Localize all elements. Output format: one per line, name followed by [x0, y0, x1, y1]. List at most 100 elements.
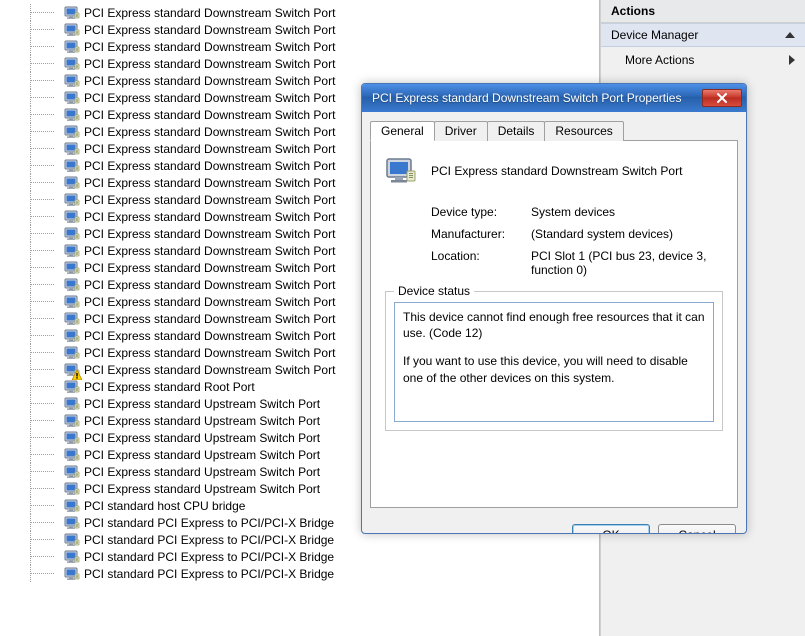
device-icon	[64, 22, 80, 38]
device-icon	[64, 396, 80, 412]
tree-item-label: PCI Express standard Upstream Switch Por…	[84, 448, 320, 462]
tree-item-label: PCI Express standard Upstream Switch Por…	[84, 414, 320, 428]
submenu-icon	[789, 55, 795, 65]
tree-item-label: PCI Express standard Downstream Switch P…	[84, 6, 335, 20]
actions-section-label: Device Manager	[611, 28, 698, 42]
tree-item-label: PCI Express standard Downstream Switch P…	[84, 176, 335, 190]
tree-item-label: PCI Express standard Downstream Switch P…	[84, 227, 335, 241]
tree-item-label: PCI standard PCI Express to PCI/PCI-X Br…	[84, 550, 334, 564]
device-icon	[385, 155, 417, 187]
manufacturer-value: (Standard system devices)	[531, 227, 723, 241]
cancel-button[interactable]: Cancel	[658, 524, 736, 534]
device-icon	[64, 39, 80, 55]
device-icon	[64, 158, 80, 174]
close-button[interactable]	[702, 89, 742, 107]
tree-item-label: PCI Express standard Downstream Switch P…	[84, 312, 335, 326]
tree-item-label: PCI Express standard Downstream Switch P…	[84, 108, 335, 122]
tree-item-label: PCI Express standard Downstream Switch P…	[84, 329, 335, 343]
tree-item[interactable]: PCI standard PCI Express to PCI/PCI-X Br…	[0, 548, 599, 565]
tree-item-label: PCI Express standard Upstream Switch Por…	[84, 431, 320, 445]
tree-item-label: PCI standard PCI Express to PCI/PCI-X Br…	[84, 516, 334, 530]
actions-section-device-manager[interactable]: Device Manager	[601, 23, 805, 47]
status-line-1: This device cannot find enough free reso…	[403, 309, 705, 341]
close-icon	[716, 93, 728, 103]
device-icon	[64, 532, 80, 548]
tree-item-label: PCI Express standard Downstream Switch P…	[84, 278, 335, 292]
dialog-titlebar[interactable]: PCI Express standard Downstream Switch P…	[362, 84, 746, 112]
device-icon	[64, 90, 80, 106]
tree-item-label: PCI Express standard Downstream Switch P…	[84, 261, 335, 275]
device-icon	[64, 566, 80, 582]
tree-item-label: PCI Express standard Downstream Switch P…	[84, 210, 335, 224]
tree-item-label: PCI Express standard Upstream Switch Por…	[84, 465, 320, 479]
device-icon	[64, 73, 80, 89]
device-status-label: Device status	[394, 284, 474, 298]
device-icon	[64, 413, 80, 429]
device-icon	[64, 447, 80, 463]
tree-item-label: PCI Express standard Downstream Switch P…	[84, 125, 335, 139]
tree-item-label: PCI Express standard Downstream Switch P…	[84, 159, 335, 173]
tab-driver[interactable]: Driver	[434, 121, 488, 141]
collapse-icon	[785, 32, 795, 38]
device-icon	[64, 379, 80, 395]
device-icon	[64, 5, 80, 21]
device-icon	[64, 56, 80, 72]
tree-item-label: PCI standard host CPU bridge	[84, 499, 245, 513]
tree-item-label: PCI Express standard Upstream Switch Por…	[84, 482, 320, 496]
device-icon	[64, 209, 80, 225]
device-icon	[64, 464, 80, 480]
device-icon	[64, 362, 80, 378]
tree-item[interactable]: PCI standard PCI Express to PCI/PCI-X Br…	[0, 565, 599, 582]
device-icon	[64, 260, 80, 276]
device-icon	[64, 107, 80, 123]
device-icon	[64, 192, 80, 208]
tree-item[interactable]: PCI Express standard Downstream Switch P…	[0, 4, 599, 21]
device-icon	[64, 226, 80, 242]
tree-item[interactable]: PCI Express standard Downstream Switch P…	[0, 55, 599, 72]
device-icon	[64, 481, 80, 497]
device-type-value: System devices	[531, 205, 723, 219]
tree-item-label: PCI Express standard Downstream Switch P…	[84, 363, 335, 377]
tree-item-label: PCI Express standard Downstream Switch P…	[84, 142, 335, 156]
device-status-textbox[interactable]: This device cannot find enough free reso…	[394, 302, 714, 422]
ok-button[interactable]: OK	[572, 524, 650, 534]
device-name: PCI Express standard Downstream Switch P…	[431, 164, 682, 178]
tree-item-label: PCI Express standard Downstream Switch P…	[84, 295, 335, 309]
device-icon	[64, 345, 80, 361]
actions-item-label: More Actions	[625, 53, 694, 67]
tree-item-label: PCI Express standard Downstream Switch P…	[84, 40, 335, 54]
tree-item-label: PCI Express standard Downstream Switch P…	[84, 57, 335, 71]
device-type-label: Device type:	[431, 205, 531, 219]
tree-item[interactable]: PCI Express standard Downstream Switch P…	[0, 38, 599, 55]
actions-item-more-actions[interactable]: More Actions	[601, 47, 805, 73]
device-icon	[64, 175, 80, 191]
actions-header: Actions	[601, 0, 805, 23]
tab-details[interactable]: Details	[487, 121, 546, 141]
tab-resources[interactable]: Resources	[544, 121, 623, 141]
properties-dialog: PCI Express standard Downstream Switch P…	[361, 83, 747, 534]
device-icon	[64, 124, 80, 140]
device-icon	[64, 549, 80, 565]
tree-item-label: PCI Express standard Downstream Switch P…	[84, 91, 335, 105]
device-icon	[64, 141, 80, 157]
tree-item-label: PCI Express standard Downstream Switch P…	[84, 74, 335, 88]
tree-item-label: PCI Express standard Downstream Switch P…	[84, 193, 335, 207]
device-icon	[64, 328, 80, 344]
tree-item[interactable]: PCI Express standard Downstream Switch P…	[0, 21, 599, 38]
dialog-title-text: PCI Express standard Downstream Switch P…	[372, 91, 702, 105]
tree-item-label: PCI Express standard Downstream Switch P…	[84, 244, 335, 258]
tree-item-label: PCI standard PCI Express to PCI/PCI-X Br…	[84, 567, 334, 581]
device-icon	[64, 294, 80, 310]
location-value: PCI Slot 1 (PCI bus 23, device 3, functi…	[531, 249, 723, 277]
device-icon	[64, 498, 80, 514]
tree-item-label: PCI Express standard Upstream Switch Por…	[84, 397, 320, 411]
tab-general[interactable]: General	[370, 121, 435, 141]
tree-item-label: PCI standard PCI Express to PCI/PCI-X Br…	[84, 533, 334, 547]
manufacturer-label: Manufacturer:	[431, 227, 531, 241]
device-icon	[64, 515, 80, 531]
tree-item-label: PCI Express standard Root Port	[84, 380, 255, 394]
device-icon	[64, 311, 80, 327]
tree-item-label: PCI Express standard Downstream Switch P…	[84, 23, 335, 37]
device-icon	[64, 277, 80, 293]
location-label: Location:	[431, 249, 531, 277]
